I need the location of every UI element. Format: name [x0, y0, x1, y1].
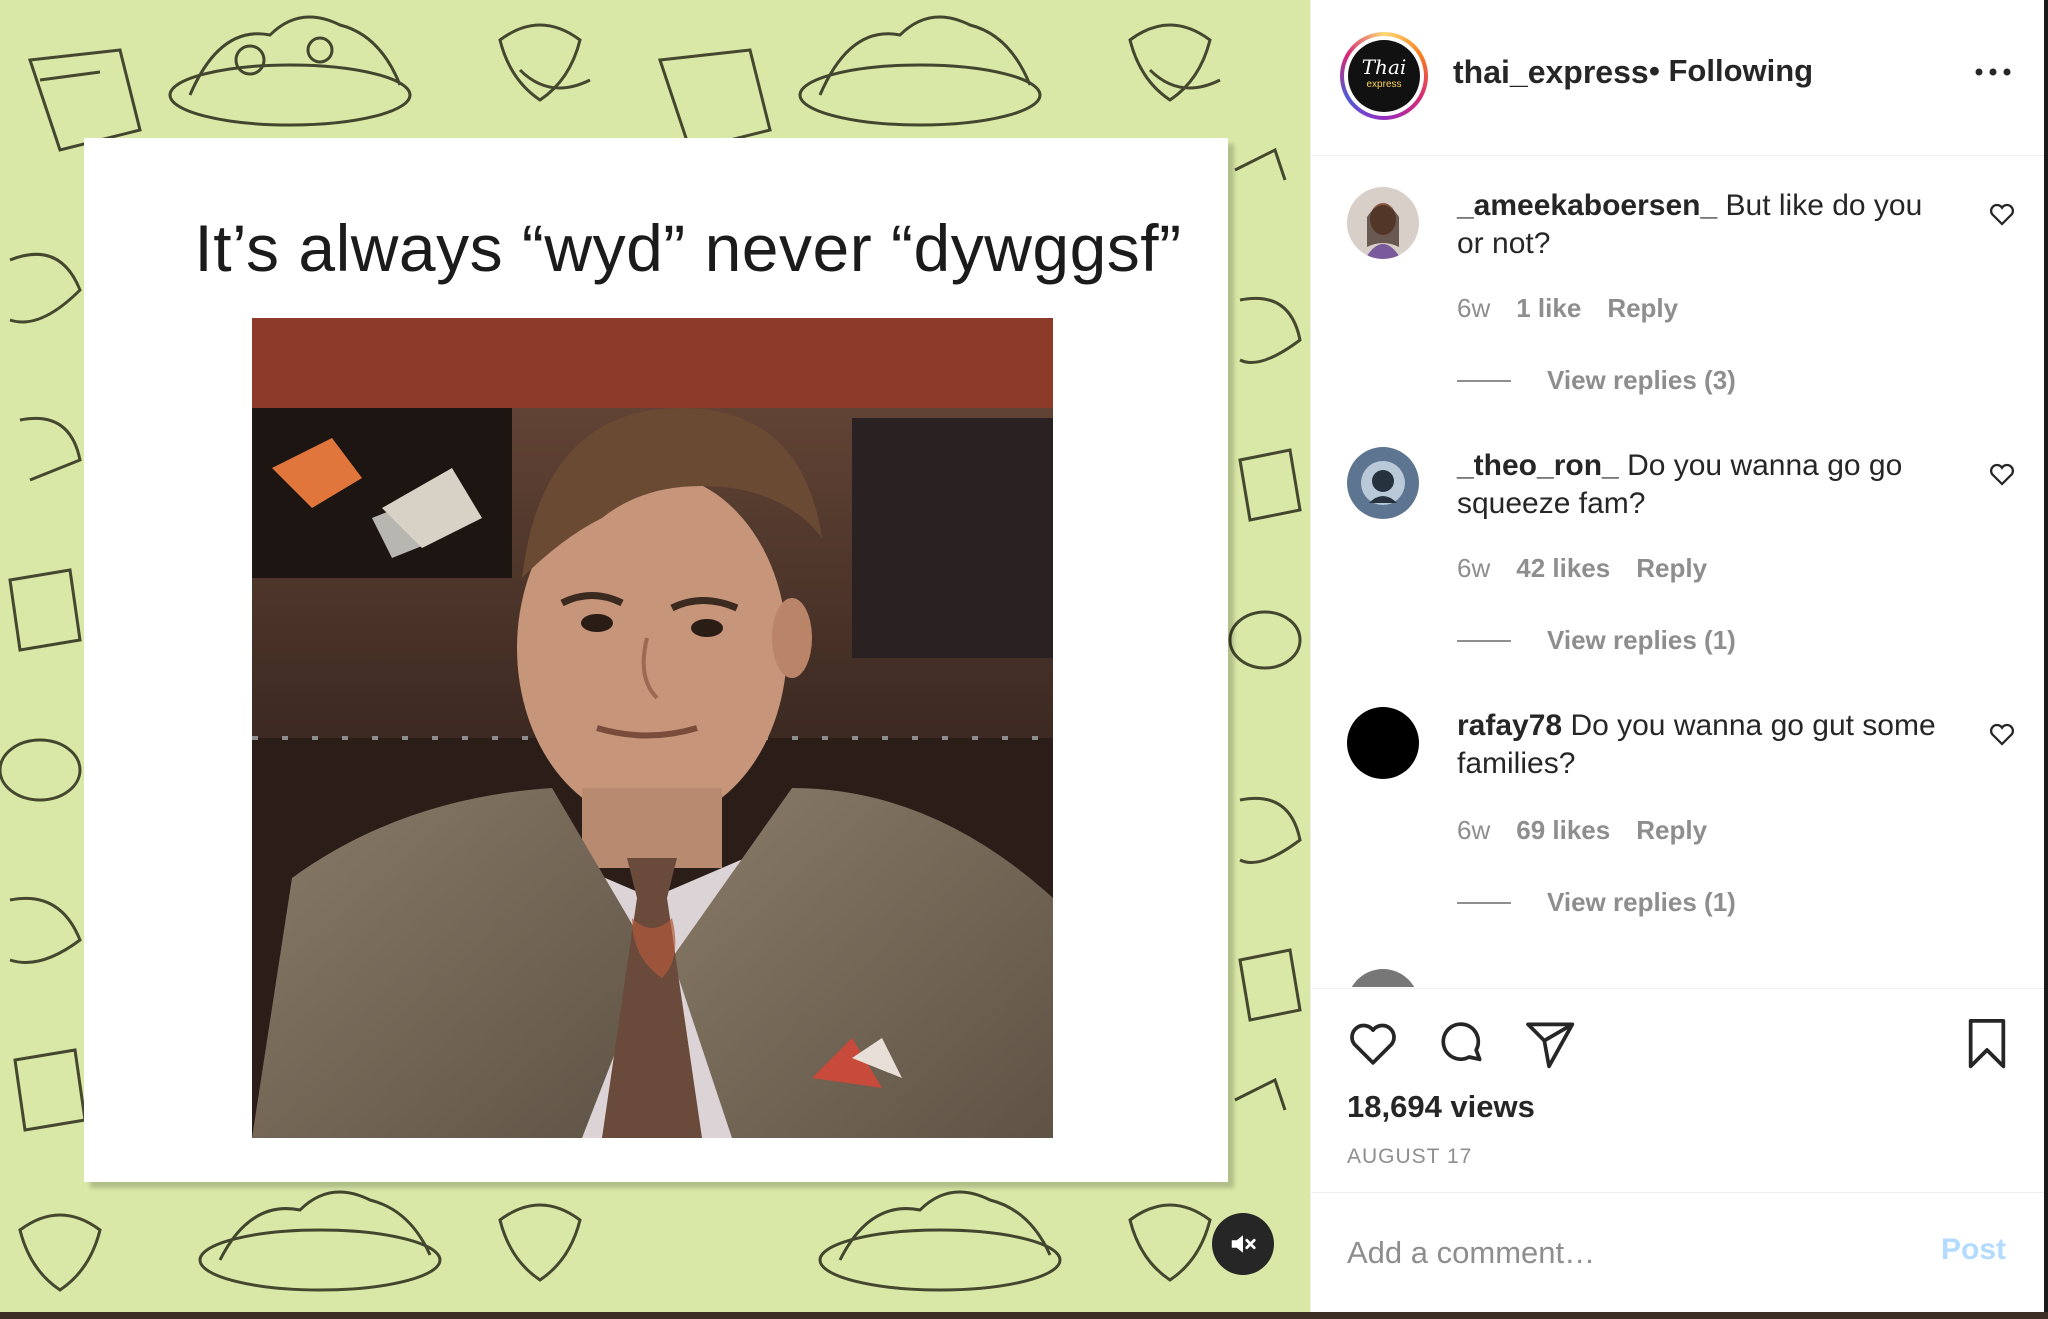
heart-icon[interactable]: [1345, 1015, 1401, 1071]
comment-like-heart-icon[interactable]: [1987, 719, 2017, 749]
comment-username[interactable]: _ameekaboersen_: [1457, 189, 1717, 222]
post-actions: 18,694 views AUGUST 17: [1311, 988, 2044, 1192]
avatar[interactable]: Thai express: [1340, 32, 1428, 120]
comment-item: rafay78 Do you wanna go gut some familie…: [1311, 707, 2044, 947]
post-date[interactable]: AUGUST 17: [1347, 1145, 1472, 1169]
comment-item: _ameekaboersen_ But like do you or not? …: [1311, 187, 2044, 417]
paper-plane-icon[interactable]: [1521, 1015, 1577, 1071]
comment-likes[interactable]: 69 likes: [1516, 815, 1610, 846]
meme-photo: [252, 318, 1053, 1138]
post-media[interactable]: It’s always “wyd” never “dywggsf”: [0, 0, 1310, 1312]
comment-like-heart-icon[interactable]: [1987, 199, 2017, 229]
comment-reply-button[interactable]: Reply: [1636, 815, 1707, 846]
view-replies-button[interactable]: View replies (1): [1457, 887, 1736, 918]
comment-likes[interactable]: 1 like: [1516, 293, 1581, 324]
add-comment-input[interactable]: [1347, 1223, 1907, 1283]
comment-bubble-icon[interactable]: [1433, 1015, 1489, 1071]
comment-item: _theo_ron_ Do you wanna go go squeeze fa…: [1311, 447, 2044, 677]
comment-username[interactable]: _theo_ron_: [1457, 449, 1619, 482]
comment-age: 6w: [1457, 293, 1491, 323]
username-link[interactable]: thai_express: [1453, 54, 1649, 91]
commenter-avatar[interactable]: [1347, 187, 1419, 259]
post-header: Thai express thai_express • Following: [1311, 0, 2044, 156]
commenter-avatar[interactable]: [1347, 969, 1419, 987]
bookmark-icon[interactable]: [1959, 1015, 2015, 1071]
post-sidebar: Thai express thai_express • Following _a…: [1310, 0, 2044, 1312]
commenter-avatar[interactable]: [1347, 707, 1419, 779]
comment-reply-button[interactable]: Reply: [1636, 553, 1707, 584]
view-count[interactable]: 18,694 views: [1347, 1089, 1535, 1125]
comment-username[interactable]: rafay78: [1457, 709, 1562, 742]
speaker-muted-icon: [1231, 1235, 1256, 1253]
follow-status[interactable]: • Following: [1649, 53, 1813, 89]
comment-age: 6w: [1457, 815, 1491, 845]
brand-logo: Thai express: [1348, 40, 1420, 112]
commenter-avatar[interactable]: [1347, 447, 1419, 519]
view-replies-button[interactable]: View replies (1): [1457, 625, 1736, 656]
meme-card: It’s always “wyd” never “dywggsf”: [84, 138, 1228, 1182]
more-horizontal-icon: [1975, 68, 2011, 76]
comment-like-heart-icon[interactable]: [1987, 459, 2017, 489]
comment-reply-button[interactable]: Reply: [1607, 293, 1678, 324]
comments-list[interactable]: _ameekaboersen_ But like do you or not? …: [1311, 157, 2044, 987]
more-options-button[interactable]: [1973, 62, 2013, 82]
comment-age: 6w: [1457, 553, 1491, 583]
comment-composer: Post: [1311, 1192, 2044, 1312]
mute-toggle-button[interactable]: [1212, 1213, 1274, 1275]
comment-likes[interactable]: 42 likes: [1516, 553, 1610, 584]
view-replies-button[interactable]: View replies (3): [1457, 365, 1736, 396]
post-comment-button[interactable]: Post: [1941, 1233, 2006, 1267]
window-bottom-edge: [0, 1312, 2048, 1319]
meme-caption: It’s always “wyd” never “dywggsf”: [194, 211, 1182, 285]
